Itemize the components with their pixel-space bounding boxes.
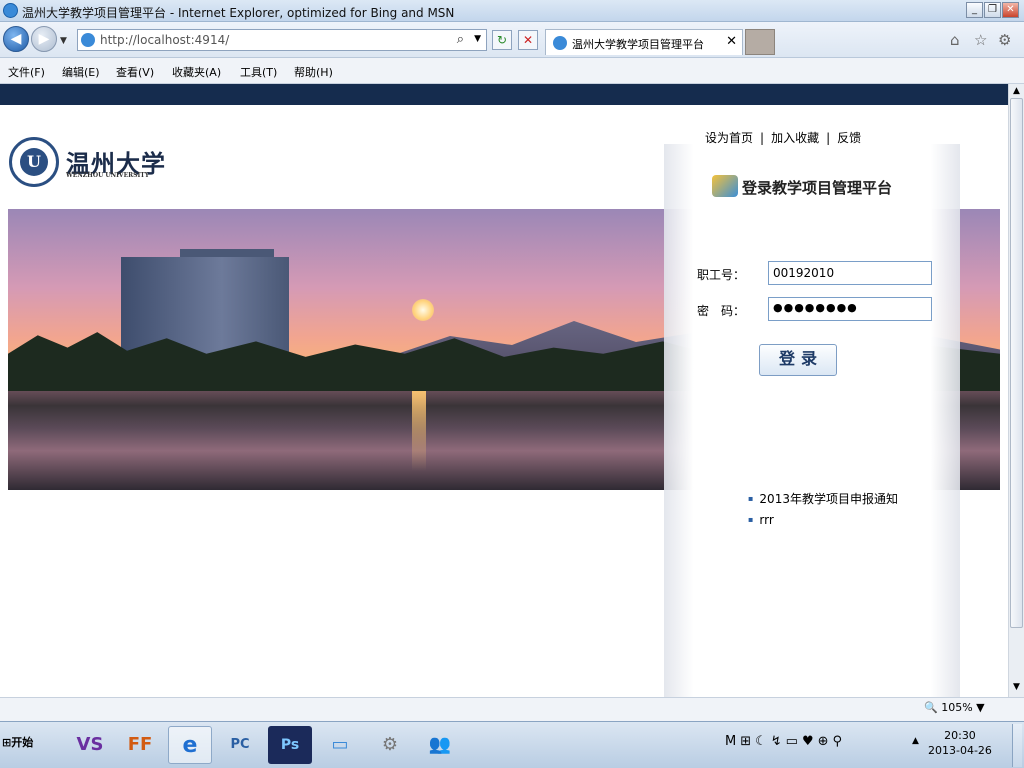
emblem-letter: U (20, 148, 48, 176)
clock-date: 2013-04-26 (928, 744, 992, 757)
top-links: 设为首页 | 加入收藏 | 反馈 (705, 129, 861, 146)
home-icon[interactable]: ⌂ (950, 31, 960, 49)
password-input[interactable]: ●●●●●●●● (768, 297, 932, 321)
university-emblem: U (9, 137, 59, 187)
refresh-icon[interactable]: ↻ (492, 30, 512, 50)
forward-button[interactable]: ▶ (31, 26, 57, 52)
menu-view[interactable]: 查看(V) (116, 64, 154, 80)
login-title: 登录教学项目管理平台 (742, 179, 893, 197)
login-button[interactable]: 登录 (759, 344, 837, 376)
show-desktop-button[interactable] (1012, 724, 1022, 767)
restore-button[interactable]: ❐ (984, 2, 1001, 18)
vertical-scrollbar[interactable]: ▲ ▼ (1008, 84, 1024, 697)
back-button[interactable]: ◀ (3, 26, 29, 52)
tools-app-icon[interactable]: ⚙ (368, 726, 412, 764)
menu-bar: 文件(F) 编辑(E) 查看(V) 收藏夹(A) 工具(T) 帮助(H) (0, 58, 1024, 84)
login-panel (664, 144, 960, 697)
address-toolbar: ◀ ▶ ▼ http://localhost:4914/ ⌕ ▼ ↻ ✕ 温州大… (0, 22, 1024, 58)
visual-studio-icon[interactable]: VS (68, 726, 112, 764)
banner-sun (412, 299, 434, 321)
tab-close-icon[interactable]: ✕ (726, 34, 737, 49)
clock-time: 20:30 (944, 729, 976, 742)
university-name-en: WENZHOU UNIVERSITY (66, 172, 150, 179)
minimize-button[interactable]: _ (966, 2, 983, 18)
header-strip (0, 84, 1008, 105)
staff-id-input[interactable] (768, 261, 932, 285)
window-app-icon[interactable]: ▭ (318, 726, 362, 764)
window-title-bar: 温州大学教学项目管理平台 - Internet Explorer, optimi… (0, 0, 1024, 22)
tab-active[interactable]: 温州大学教学项目管理平台 ✕ (545, 29, 743, 55)
scroll-up-icon[interactable]: ▲ (1011, 86, 1022, 96)
tab-page-icon (553, 36, 567, 50)
menu-edit[interactable]: 编辑(E) (62, 64, 100, 80)
page-content: U 温州大学 WENZHOU UNIVERSITY 设为首页 | 加入收藏 | 反馈 登… (0, 84, 1008, 697)
search-icon[interactable]: ⌕ (457, 32, 464, 47)
tools-gear-icon[interactable]: ⚙ (998, 31, 1011, 49)
menu-tools[interactable]: 工具(T) (240, 64, 277, 80)
link-separator: | (760, 131, 765, 145)
status-bar: 🔍 105% ▼ (0, 697, 1024, 721)
login-title-icon (712, 175, 738, 197)
scroll-down-icon[interactable]: ▼ (1011, 682, 1022, 692)
feedback-link[interactable]: 反馈 (837, 129, 861, 146)
logo-seal (172, 146, 182, 170)
address-dropdown-icon[interactable]: ▼ (474, 34, 481, 44)
ie-icon (3, 3, 18, 18)
add-favorite-link[interactable]: 加入收藏 (771, 129, 819, 146)
zoom-control[interactable]: 🔍 105% ▼ (924, 701, 985, 714)
users-app-icon[interactable]: 👥 (418, 726, 462, 764)
zoom-level: 105% (941, 701, 973, 714)
menu-file[interactable]: 文件(F) (8, 64, 45, 80)
scroll-thumb[interactable] (1010, 98, 1023, 628)
start-button[interactable]: ⊞开始 (2, 734, 33, 750)
staff-id-label: 职工号： (697, 268, 746, 282)
menu-favorites[interactable]: 收藏夹(A) (172, 64, 221, 80)
tray-expand-icon[interactable]: ▲ (912, 736, 919, 746)
tab-title: 温州大学教学项目管理平台 (572, 38, 704, 51)
history-dropdown-icon[interactable]: ▼ (60, 36, 67, 46)
stop-icon[interactable]: ✕ (518, 30, 538, 50)
firefox-icon[interactable]: FF (118, 726, 162, 764)
taskbar: ⊞开始 VS FF e PC Ps ▭ ⚙ 👥 M⊞☾↯▭♥⊕⚲ ▲ 20:30… (0, 721, 1024, 768)
news-item[interactable]: 2013年教学项目申报通知 (748, 490, 898, 507)
news-item[interactable]: rrr (748, 513, 898, 527)
banner-sun-reflection (412, 391, 426, 471)
photoshop-icon[interactable]: Ps (268, 726, 312, 764)
address-field[interactable]: http://localhost:4914/ ⌕ ▼ (77, 29, 487, 51)
menu-help[interactable]: 帮助(H) (294, 64, 333, 80)
ie-taskbar-icon[interactable]: e (168, 726, 212, 764)
favorites-icon[interactable]: ☆ (974, 31, 987, 49)
computer-icon[interactable]: PC (218, 726, 262, 764)
window-title: 温州大学教学项目管理平台 - Internet Explorer, optimi… (22, 6, 455, 20)
link-separator: | (826, 131, 831, 145)
new-tab-button[interactable] (745, 29, 775, 55)
password-label: 密 码： (697, 304, 746, 318)
clock[interactable]: 20:30 2013-04-26 (928, 728, 992, 758)
news-list: 2013年教学项目申报通知 rrr (748, 490, 898, 533)
url-text[interactable]: http://localhost:4914/ (100, 33, 229, 47)
page-icon (81, 33, 95, 47)
close-window-button[interactable]: ✕ (1002, 2, 1019, 18)
set-homepage-link[interactable]: 设为首页 (705, 129, 753, 146)
start-label: 开始 (11, 736, 34, 749)
system-tray-icons[interactable]: M⊞☾↯▭♥⊕⚲ (725, 734, 846, 749)
